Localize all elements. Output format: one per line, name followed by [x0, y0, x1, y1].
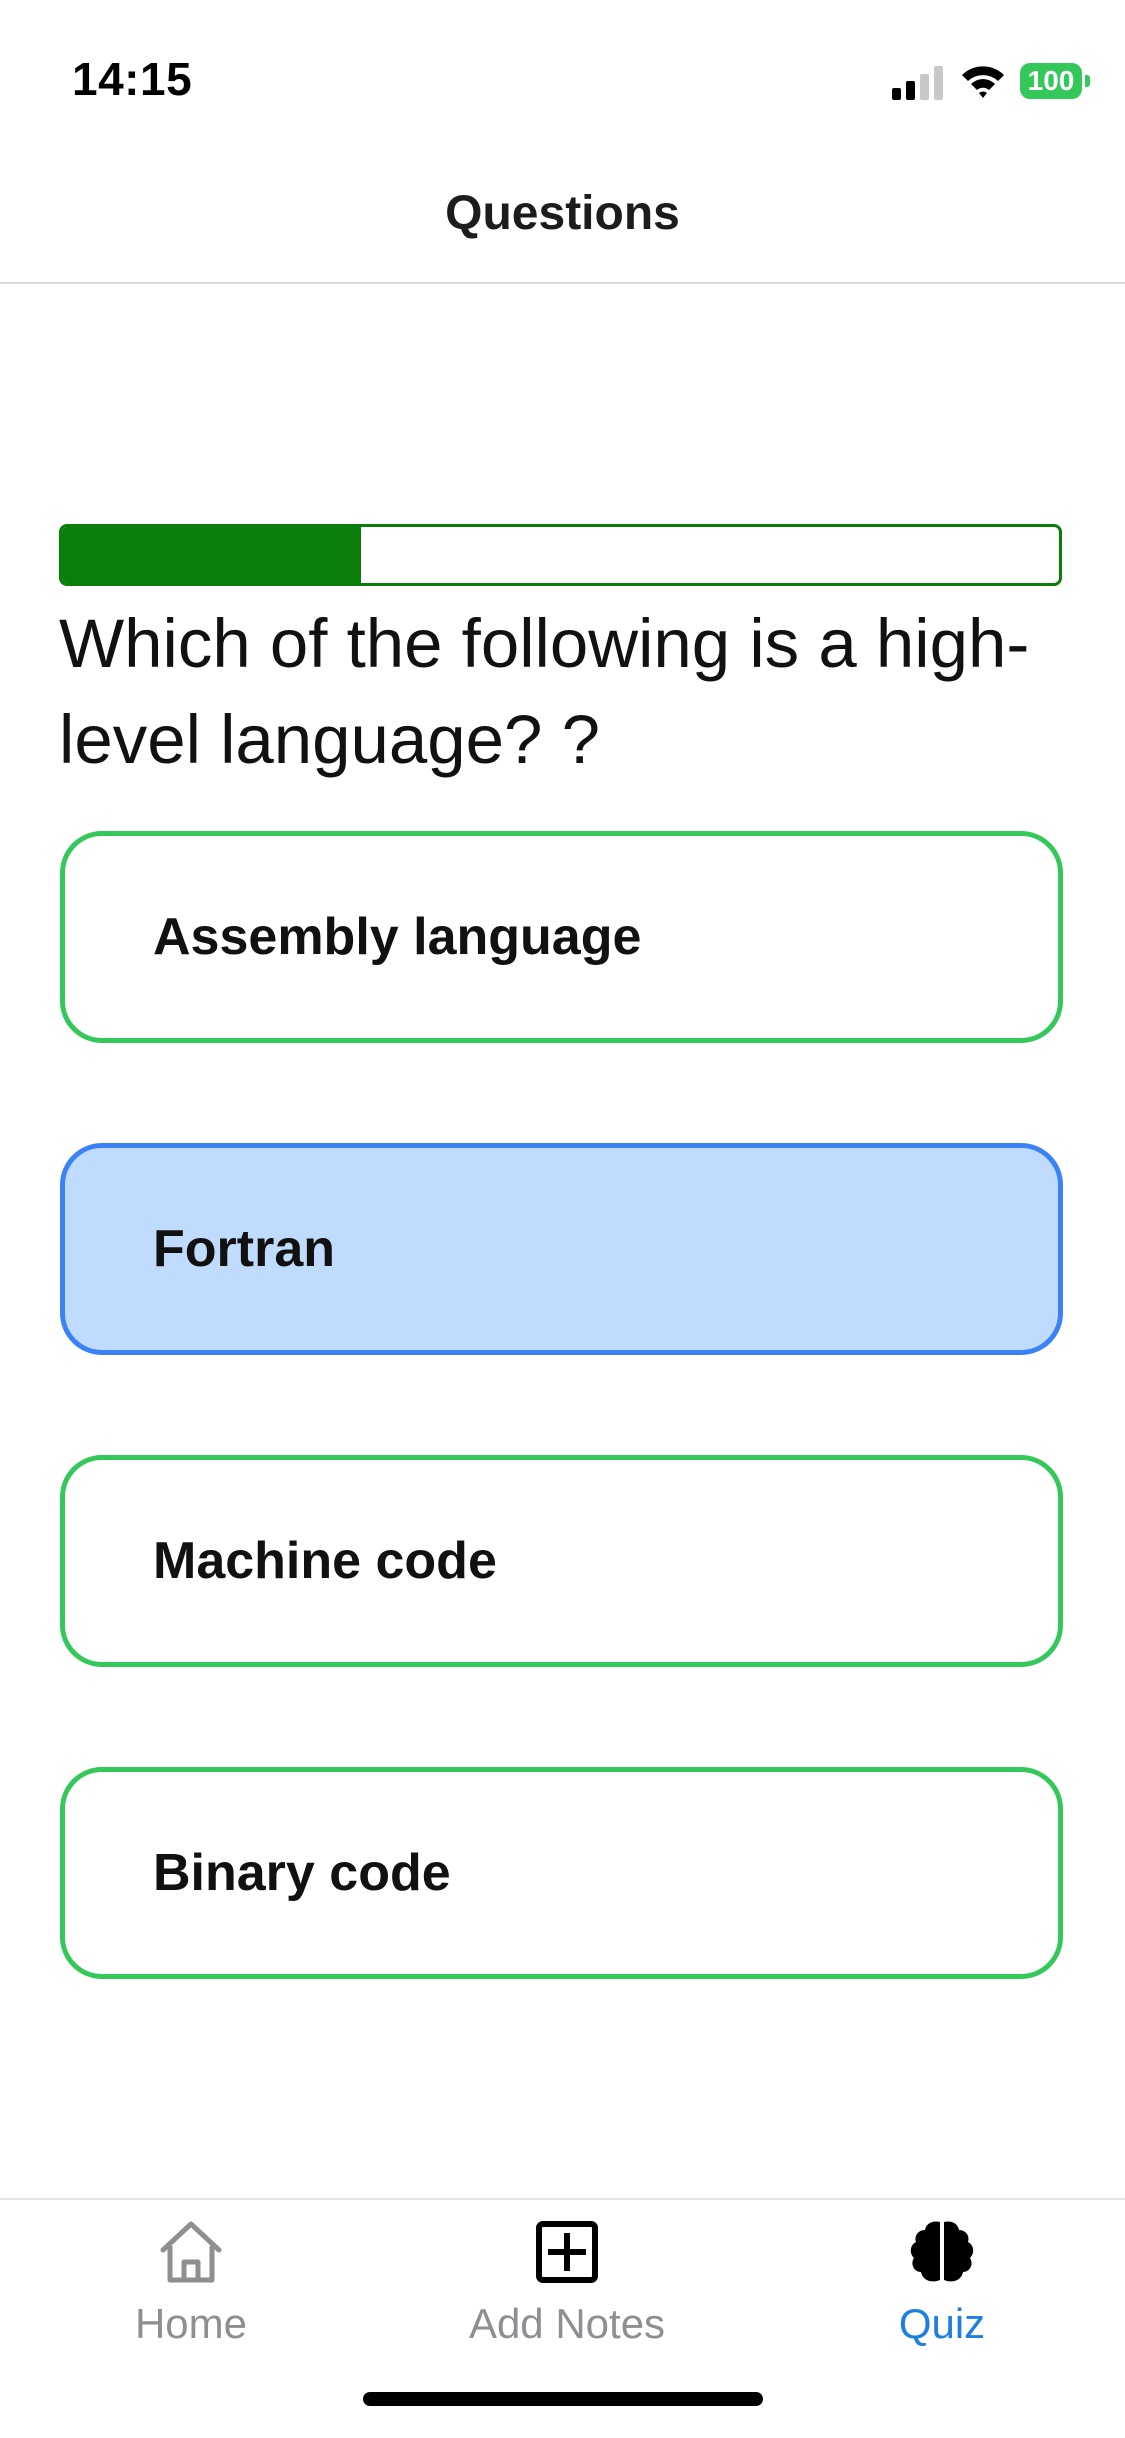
status-bar: 14:15 100: [0, 0, 1125, 150]
battery-tip: [1085, 75, 1090, 87]
tab-home[interactable]: Home: [41, 2200, 341, 2350]
answer-option[interactable]: Assembly language: [60, 831, 1063, 1043]
plus-square-icon: [536, 2221, 598, 2283]
answer-option-label: Assembly language: [153, 908, 642, 966]
battery-icon: 100: [1020, 63, 1090, 99]
nav-header: Questions: [0, 150, 1125, 284]
brain-icon: [910, 2221, 974, 2282]
quiz-progress-fill: [62, 527, 362, 583]
answer-option-selected[interactable]: Fortran: [60, 1143, 1063, 1355]
question-text: Which of the following is a high-level l…: [59, 605, 1030, 778]
page-title: Questions: [445, 187, 680, 240]
signal-icon: [892, 66, 943, 100]
battery-level: 100: [1020, 63, 1082, 99]
answer-option-label: Machine code: [153, 1532, 497, 1590]
wifi-icon: [962, 66, 1004, 98]
tab-add-notes-label: Add Notes: [468, 2300, 666, 2347]
tab-home-label: Home: [134, 2300, 248, 2347]
tab-quiz[interactable]: Quiz: [792, 2200, 1092, 2350]
quiz-progress-bar: [59, 524, 1062, 586]
answer-option[interactable]: Binary code: [60, 1767, 1063, 1979]
status-time: 14:15: [72, 53, 193, 105]
home-icon: [160, 2221, 222, 2283]
home-indicator: [363, 2392, 763, 2406]
tab-quiz-label: Quiz: [898, 2300, 986, 2347]
answer-option[interactable]: Machine code: [60, 1455, 1063, 1667]
answer-option-label: Fortran: [153, 1220, 335, 1278]
answer-option-label: Binary code: [153, 1844, 451, 1902]
tab-add-notes[interactable]: Add Notes: [417, 2200, 717, 2350]
